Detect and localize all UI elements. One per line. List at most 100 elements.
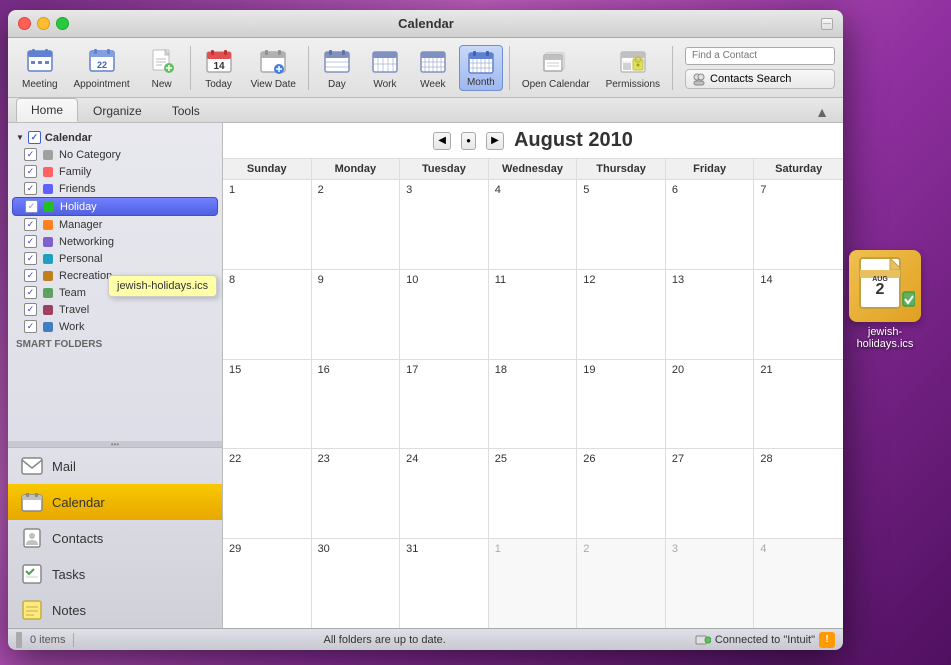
close-button[interactable] — [18, 17, 31, 30]
tooltip-text: jewish-holidays.ics — [117, 280, 208, 292]
calendar-item-networking[interactable]: Networking — [8, 233, 222, 250]
calendar-day-aug2[interactable]: 2 — [312, 180, 401, 269]
desktop-file-icon[interactable]: AUG 2 jewish-holidays.ics — [849, 250, 921, 350]
meeting-button[interactable]: Meeting — [16, 42, 64, 93]
calendar-checkbox[interactable]: ✓ — [28, 131, 41, 144]
nav-item-notes[interactable]: Notes — [8, 592, 222, 628]
ribbon-expand-button[interactable]: ▲ — [809, 102, 835, 122]
calendar-day-aug6[interactable]: 6 — [666, 180, 755, 269]
nav-item-tasks[interactable]: Tasks — [8, 556, 222, 592]
day-number: 24 — [406, 453, 418, 465]
calendar-day-aug21[interactable]: 21 — [754, 360, 843, 449]
day-icon — [321, 45, 353, 77]
calendar-day-sep4[interactable]: 4 — [754, 539, 843, 628]
tab-tools[interactable]: Tools — [157, 99, 215, 122]
calendar-group-header[interactable]: ▼ ✓ Calendar — [8, 129, 222, 146]
manager-checkbox[interactable] — [24, 218, 37, 231]
calendar-item-personal[interactable]: Personal — [8, 250, 222, 267]
calendar-day-aug28[interactable]: 28 — [754, 449, 843, 538]
family-checkbox[interactable] — [24, 165, 37, 178]
calendar-day-aug29[interactable]: 29 — [223, 539, 312, 628]
calendar-item-travel[interactable]: Travel — [8, 301, 222, 318]
maximize-button[interactable] — [56, 17, 69, 30]
calendar-item-family[interactable]: Family — [8, 163, 222, 180]
team-checkbox[interactable] — [24, 286, 37, 299]
calendar-day-aug15[interactable]: 15 — [223, 360, 312, 449]
calendar-day-aug24[interactable]: 24 — [400, 449, 489, 538]
calendar-day-aug10[interactable]: 10 — [400, 270, 489, 359]
open-calendar-button[interactable]: Open Calendar — [516, 42, 596, 93]
travel-dot — [43, 305, 53, 315]
tab-organize[interactable]: Organize — [78, 99, 157, 122]
find-contact-input[interactable] — [685, 47, 835, 65]
no-category-checkbox[interactable] — [24, 148, 37, 161]
calendar-day-aug27[interactable]: 27 — [666, 449, 755, 538]
status-connected: Connected to "Intuit" ! — [695, 632, 835, 648]
holiday-checkbox[interactable] — [25, 200, 38, 213]
personal-checkbox[interactable] — [24, 252, 37, 265]
calendar-day-aug12[interactable]: 12 — [577, 270, 666, 359]
calendar-day-aug20[interactable]: 20 — [666, 360, 755, 449]
calendar-day-aug22[interactable]: 22 — [223, 449, 312, 538]
tab-home[interactable]: Home — [16, 98, 78, 122]
friends-label: Friends — [59, 183, 96, 195]
calendar-day-aug26[interactable]: 26 — [577, 449, 666, 538]
calendar-day-aug31[interactable]: 31 — [400, 539, 489, 628]
calendar-day-aug5[interactable]: 5 — [577, 180, 666, 269]
calendar-item-no-category[interactable]: No Category — [8, 146, 222, 163]
month-button[interactable]: Month — [459, 45, 503, 91]
calendar-day-aug17[interactable]: 17 — [400, 360, 489, 449]
contacts-nav-icon — [20, 526, 44, 550]
calendar-day-aug3[interactable]: 3 — [400, 180, 489, 269]
permissions-button[interactable]: Permissions — [600, 42, 666, 93]
work-sidebar-checkbox[interactable] — [24, 320, 37, 333]
calendar-item-friends[interactable]: Friends — [8, 180, 222, 197]
week-icon — [417, 45, 449, 77]
nav-item-mail[interactable]: Mail — [8, 448, 222, 484]
calendar-day-aug1[interactable]: 1 — [223, 180, 312, 269]
minimize-button[interactable] — [37, 17, 50, 30]
calendar-day-sep2[interactable]: 2 — [577, 539, 666, 628]
calendar-day-aug30[interactable]: 30 — [312, 539, 401, 628]
calendar-week-2: 8 9 10 11 12 13 14 — [223, 270, 843, 360]
networking-checkbox[interactable] — [24, 235, 37, 248]
appointment-button[interactable]: 22 Appointment — [68, 42, 136, 93]
calendar-day-aug25[interactable]: 25 — [489, 449, 578, 538]
next-month-button[interactable]: ▶ — [486, 132, 504, 150]
day-header-saturday: Saturday — [754, 159, 843, 179]
day-number: 15 — [229, 364, 241, 376]
recreation-checkbox[interactable] — [24, 269, 37, 282]
week-button[interactable]: Week — [411, 42, 455, 93]
view-date-icon — [257, 45, 289, 77]
today-button[interactable]: 14 Today — [197, 42, 241, 93]
calendar-day-sep3[interactable]: 3 — [666, 539, 755, 628]
work-view-button[interactable]: Work — [363, 42, 407, 93]
calendar-day-aug4[interactable]: 4 — [489, 180, 578, 269]
main-content: ▼ ✓ Calendar No Category Family — [8, 123, 843, 628]
new-button[interactable]: New — [140, 42, 184, 93]
today-nav-button[interactable]: ● — [461, 132, 476, 150]
calendar-item-manager[interactable]: Manager — [8, 216, 222, 233]
prev-month-button[interactable]: ◀ — [433, 132, 451, 150]
calendar-day-sep1[interactable]: 1 — [489, 539, 578, 628]
calendar-day-aug19[interactable]: 19 — [577, 360, 666, 449]
view-date-button[interactable]: View Date — [245, 42, 302, 93]
calendar-item-holiday[interactable]: Holiday — [12, 197, 218, 216]
nav-item-contacts[interactable]: Contacts — [8, 520, 222, 556]
calendar-day-aug8[interactable]: 8 — [223, 270, 312, 359]
calendar-day-aug16[interactable]: 16 — [312, 360, 401, 449]
calendar-day-aug18[interactable]: 18 — [489, 360, 578, 449]
nav-item-calendar[interactable]: Calendar — [8, 484, 222, 520]
calendar-item-work[interactable]: Work — [8, 318, 222, 335]
contacts-search-button[interactable]: Contacts Search — [685, 69, 835, 89]
calendar-day-aug7[interactable]: 7 — [754, 180, 843, 269]
calendar-day-aug13[interactable]: 13 — [666, 270, 755, 359]
separator-4 — [672, 46, 673, 90]
travel-checkbox[interactable] — [24, 303, 37, 316]
day-button[interactable]: Day — [315, 42, 359, 93]
calendar-day-aug11[interactable]: 11 — [489, 270, 578, 359]
calendar-day-aug14[interactable]: 14 — [754, 270, 843, 359]
friends-checkbox[interactable] — [24, 182, 37, 195]
calendar-day-aug23[interactable]: 23 — [312, 449, 401, 538]
calendar-day-aug9[interactable]: 9 — [312, 270, 401, 359]
